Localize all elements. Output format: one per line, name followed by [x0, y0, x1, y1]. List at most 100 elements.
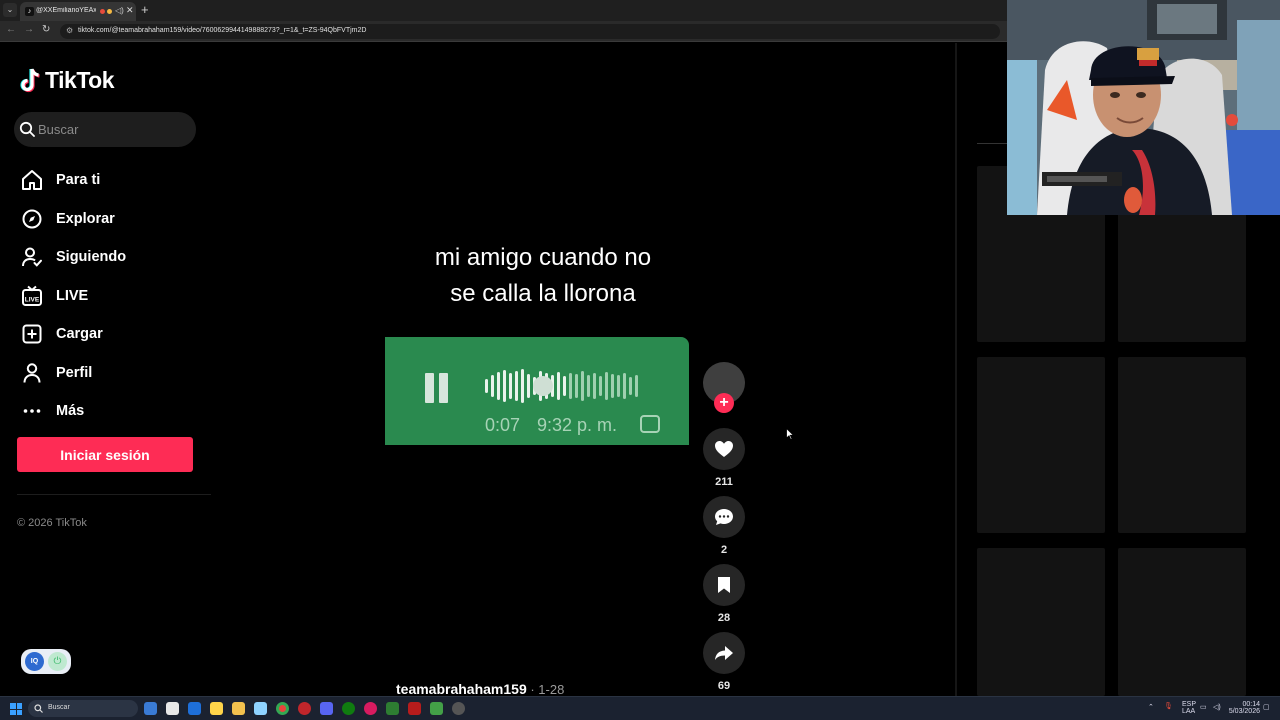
clock[interactable]: 00:14 5/03/2026 [1228, 701, 1260, 715]
heart-icon [715, 441, 733, 457]
media-player-icon[interactable] [364, 702, 377, 715]
emoji-icon [107, 9, 112, 14]
comment-button[interactable] [703, 496, 745, 538]
task-view-icon[interactable] [144, 702, 157, 715]
search-box[interactable] [14, 112, 196, 147]
nav-item-explorar[interactable]: Explorar [20, 200, 210, 239]
windows-start-icon[interactable] [10, 703, 22, 715]
nav-item-cargar[interactable]: Cargar [20, 315, 210, 354]
author-line[interactable]: teamabrahaham159 · 1-28 [396, 681, 564, 697]
taskbar-search[interactable]: Buscar [28, 700, 138, 717]
tray-chevron-icon[interactable]: ⌃ [1148, 704, 1154, 711]
save-button[interactable] [703, 564, 745, 606]
recording-dot-icon [100, 9, 105, 14]
comment-icon [715, 509, 733, 525]
share-count: 69 [717, 680, 731, 692]
power-icon[interactable]: ⏻ [48, 652, 67, 671]
close-tab-icon[interactable]: ✕ [126, 5, 134, 16]
extension-logo-icon[interactable]: IQ [25, 652, 44, 671]
pause-icon [425, 373, 453, 408]
video-caption: mi amigo cuando no se calla la llorona [385, 240, 701, 312]
voice-timestamp: 9:32 p. m. [537, 415, 618, 435]
language-variant: LAA [1182, 708, 1196, 715]
caption-line: mi amigo cuando no [434, 244, 652, 271]
sidebar: TikTok Para ti Explorar Siguiendo [0, 43, 212, 696]
voice-duration: 0:07 [485, 415, 521, 435]
search-input[interactable] [38, 120, 188, 138]
home-icon [20, 168, 44, 192]
reload-icon[interactable]: ↻ [42, 24, 50, 35]
follow-plus-icon[interactable]: + [714, 393, 734, 413]
progress-knob [533, 376, 553, 396]
nav-item-perfil[interactable]: Perfil [20, 354, 210, 393]
sticky-notes-icon[interactable] [210, 702, 223, 715]
post-date: · 1-28 [526, 682, 565, 697]
nav-label: Explorar [56, 210, 115, 227]
speaker-icon[interactable]: ◁) [115, 6, 124, 15]
nav-item-para-ti[interactable]: Para ti [20, 161, 210, 200]
discord-icon[interactable] [320, 702, 333, 715]
clock-time: 00:14 [1242, 701, 1260, 708]
tiktok-note-icon [20, 68, 42, 94]
browser-tab[interactable]: ♪ @XXEmilianoYEAxX ◁) ✕ [20, 2, 136, 21]
more-icon [20, 399, 44, 423]
sidebar-divider [17, 494, 211, 495]
upload-icon [20, 322, 44, 346]
live-icon: LIVE [20, 284, 44, 308]
login-button[interactable]: Iniciar sesión [17, 437, 193, 472]
share-icon [715, 646, 733, 660]
forward-icon[interactable]: → [24, 24, 34, 35]
thumbnail-placeholder[interactable] [977, 548, 1105, 696]
chrome-icon[interactable] [276, 702, 289, 715]
save-count: 28 [717, 612, 731, 624]
profile-icon [20, 361, 44, 385]
volume-icon[interactable]: ◁) [1213, 704, 1221, 711]
opera-icon[interactable] [298, 702, 311, 715]
microphone-icon[interactable]: 🎙 [1164, 703, 1173, 710]
nav-item-mas[interactable]: Más [20, 392, 210, 431]
nav-item-siguiendo[interactable]: Siguiendo [20, 238, 210, 277]
like-button[interactable] [703, 428, 745, 470]
nav-item-live[interactable]: LIVE LIVE [20, 277, 210, 316]
mouse-cursor-icon [786, 428, 794, 440]
compass-icon [20, 207, 44, 231]
taskbar-search-label: Buscar [48, 704, 70, 711]
extension-widget[interactable]: IQ ⏻ [21, 649, 71, 674]
thumbnail-placeholder[interactable] [1118, 357, 1246, 533]
tiktok-logo[interactable]: TikTok [20, 67, 115, 94]
nav-label: LIVE [56, 287, 89, 304]
content-separator [955, 43, 957, 696]
windows-taskbar: Buscar ⌃ 🎙 ESP LAA ▭ ◁) 00:14 5/03/2026 … [0, 696, 1280, 720]
thumbnail-placeholder[interactable] [1118, 548, 1246, 696]
tab-search-button[interactable]: ⌄ [3, 3, 17, 17]
following-icon [20, 245, 44, 269]
nav-label: Cargar [56, 326, 103, 343]
site-info-icon[interactable]: ⚙ [66, 26, 73, 35]
clock-icon [640, 415, 660, 433]
video-player[interactable]: 0:07 9:32 p. m. [385, 337, 689, 445]
minecraft-icon[interactable] [430, 702, 443, 715]
language-indicator[interactable]: ESP LAA [1182, 701, 1196, 715]
nav-label: Siguiendo [56, 249, 127, 266]
search-icon [34, 704, 43, 713]
brand-name: TikTok [45, 67, 115, 93]
network-icon[interactable]: ▭ [1200, 704, 1207, 711]
address-bar[interactable]: ⚙ tiktok.com/@teamabrahaham159/video/760… [60, 24, 1000, 39]
snipping-tool-icon[interactable] [254, 702, 267, 715]
game-app-icon[interactable] [408, 702, 421, 715]
thumbnail-placeholder[interactable] [977, 357, 1105, 533]
notifications-icon[interactable]: ▢ [1263, 704, 1270, 711]
obs-icon[interactable] [452, 702, 465, 715]
author-username[interactable]: teamabrahaham159 [396, 681, 527, 697]
back-icon[interactable]: ← [6, 24, 16, 35]
xbox-icon[interactable] [342, 702, 355, 715]
nav-label: Perfil [56, 364, 93, 381]
new-tab-button[interactable]: + [141, 2, 149, 17]
play-app-icon[interactable] [386, 702, 399, 715]
share-button[interactable] [703, 632, 745, 674]
like-count: 211 [715, 476, 733, 488]
calendar-app-icon[interactable] [166, 702, 179, 715]
file-explorer-icon[interactable] [232, 702, 245, 715]
copyright-text: © 2026 TikTok [17, 517, 87, 529]
outlook-icon[interactable] [188, 702, 201, 715]
